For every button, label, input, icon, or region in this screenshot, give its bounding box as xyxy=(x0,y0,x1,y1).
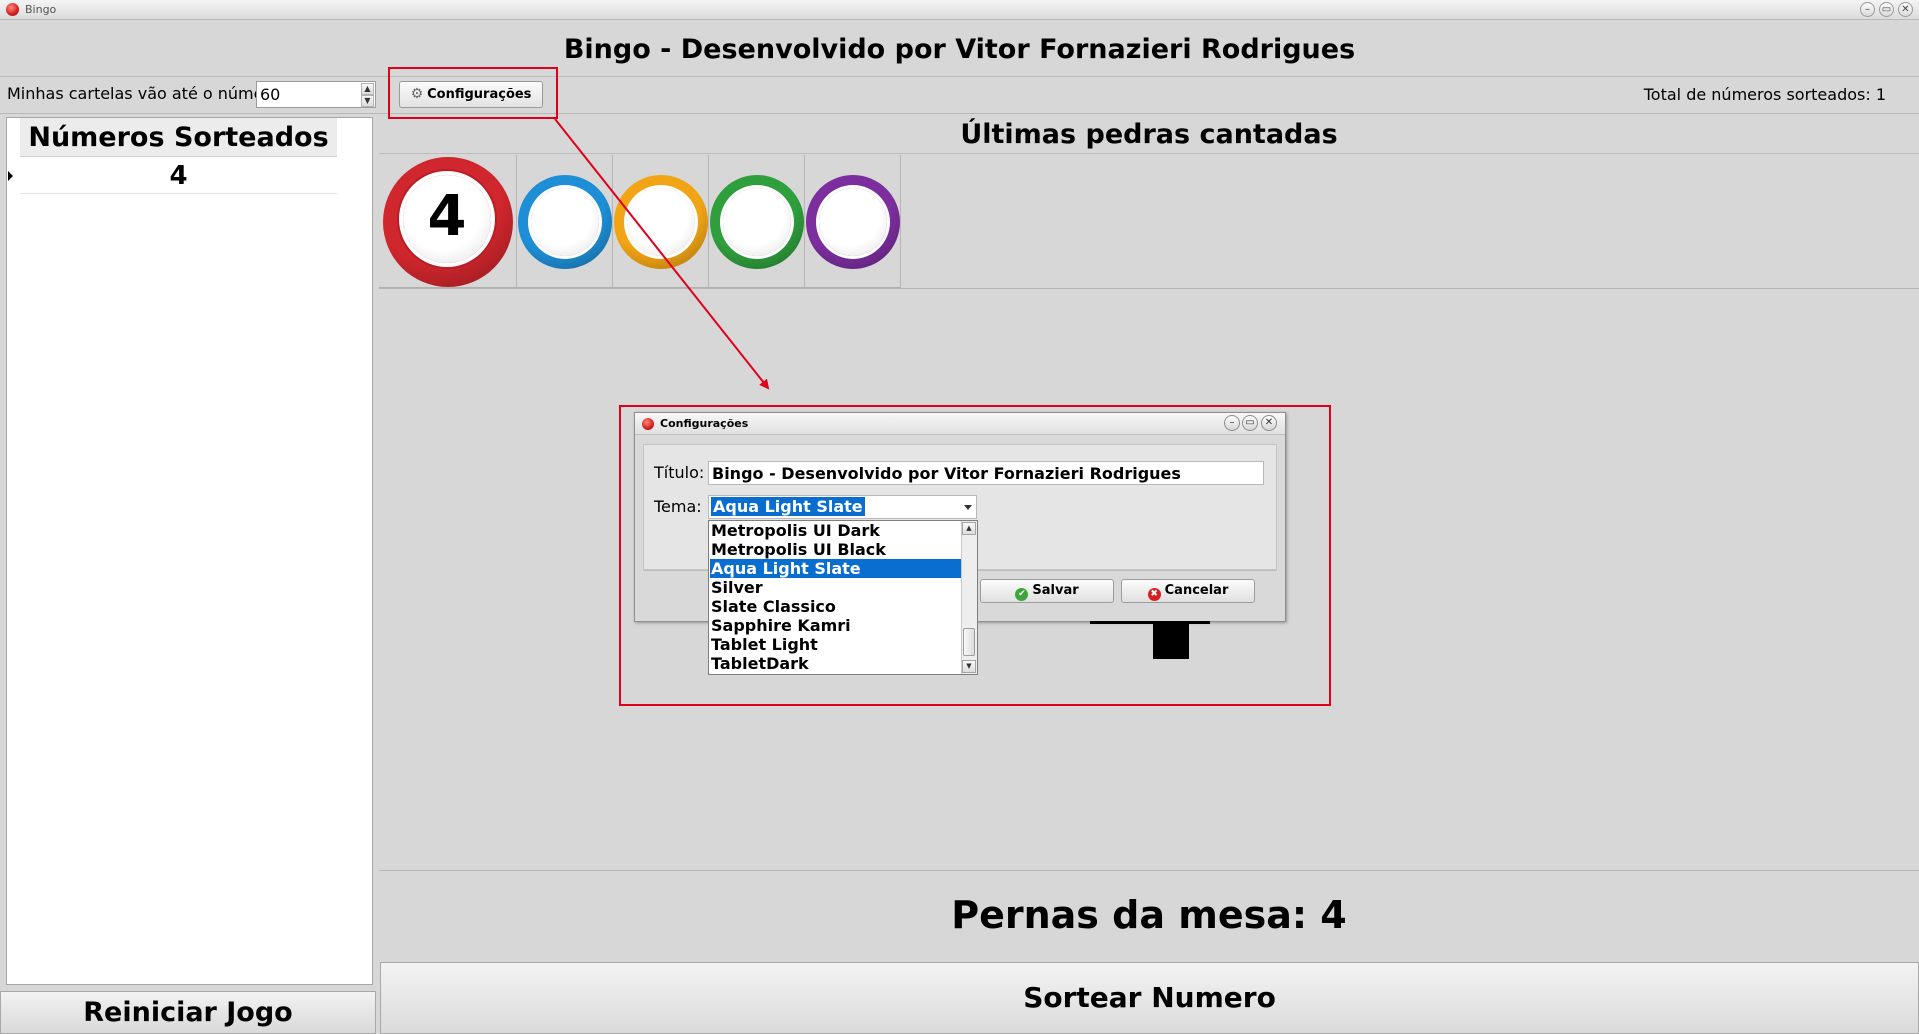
range-spinner[interactable]: 60 ▲ ▼ xyxy=(256,81,376,108)
dropdown-option[interactable]: Metropolis UI Black xyxy=(710,540,961,559)
ball-number: 4 xyxy=(427,184,467,249)
bingo-ball xyxy=(806,175,900,269)
cancel-button[interactable]: ✖ Cancelar xyxy=(1121,579,1255,603)
divider xyxy=(379,870,1919,871)
spinner-up-icon[interactable]: ▲ xyxy=(361,83,374,95)
restart-game-button[interactable]: Reiniciar Jogo xyxy=(0,991,376,1034)
minimize-button[interactable]: – xyxy=(1860,2,1875,17)
highlight-box-config xyxy=(388,67,558,119)
scroll-up-icon[interactable]: ▲ xyxy=(962,522,976,535)
theme-select-value: Aqua Light Slate xyxy=(711,497,865,516)
ball-face xyxy=(723,188,791,256)
table-row[interactable]: 4 xyxy=(20,158,337,194)
theme-select[interactable]: Aqua Light Slate xyxy=(708,495,977,519)
dialog-minimize-button[interactable]: – xyxy=(1224,415,1240,431)
spinner-down-icon[interactable]: ▼ xyxy=(361,95,374,107)
title-input[interactable]: Bingo - Desenvolvido por Vitor Fornazier… xyxy=(708,461,1264,485)
dropdown-option[interactable]: Slate Classico xyxy=(710,597,961,616)
table-legs-label: Pernas da mesa: 4 xyxy=(951,893,1347,937)
dropdown-option[interactable]: Silver xyxy=(710,578,961,597)
dialog-maximize-button[interactable]: ▭ xyxy=(1242,415,1258,431)
window-title: Bingo xyxy=(25,3,57,16)
dropdown-option[interactable]: Tablet Light xyxy=(710,635,961,654)
grid-header: Números Sorteados xyxy=(20,118,337,157)
chevron-down-icon[interactable] xyxy=(964,505,972,510)
dropdown-option[interactable]: Sapphire Kamri xyxy=(710,616,961,635)
black-square xyxy=(1153,624,1189,659)
dialog-title: Configurações xyxy=(660,417,749,430)
dialog-close-button[interactable]: ✕ xyxy=(1261,415,1277,431)
bingo-ball xyxy=(614,175,708,269)
scrollbar-thumb[interactable] xyxy=(963,628,975,656)
dropdown-option-selected[interactable]: Aqua Light Slate xyxy=(710,559,961,578)
close-button[interactable]: ✕ xyxy=(1898,2,1913,17)
total-drawn-label: Total de números sorteados: 1 xyxy=(1643,85,1886,104)
draw-number-button[interactable]: Sortear Numero xyxy=(380,962,1919,1034)
save-button-label: Salvar xyxy=(1032,583,1079,598)
app-title: Bingo - Desenvolvido por Vitor Fornazier… xyxy=(563,34,1356,65)
ball-face xyxy=(531,188,599,256)
drawn-numbers-grid[interactable] xyxy=(6,117,373,985)
bingo-ball xyxy=(518,175,612,269)
window-titlebar xyxy=(0,0,1919,20)
dialog-app-icon xyxy=(642,418,654,430)
recent-balls-header: Últimas pedras cantadas xyxy=(379,116,1919,154)
black-bar xyxy=(1090,621,1210,624)
dropdown-option[interactable]: TabletDark xyxy=(710,654,961,673)
row-indicator-icon xyxy=(8,171,13,181)
ball-face: 4 xyxy=(403,175,491,263)
app-icon xyxy=(6,3,19,16)
range-value: 60 xyxy=(260,85,281,104)
title-field-label: Título: xyxy=(654,463,705,482)
cancel-icon: ✖ xyxy=(1147,588,1161,601)
save-button[interactable]: ✔ Salvar xyxy=(980,579,1114,603)
cancel-button-label: Cancelar xyxy=(1164,583,1229,598)
theme-field-label: Tema: xyxy=(654,497,702,516)
bingo-ball xyxy=(710,175,804,269)
restore-button[interactable]: ▭ xyxy=(1879,2,1894,17)
check-icon: ✔ xyxy=(1015,588,1029,601)
range-label: Minhas cartelas vão até o número: xyxy=(7,84,285,103)
dropdown-option[interactable]: Metropolis UI Dark xyxy=(710,521,961,540)
ball-face xyxy=(819,188,887,256)
ball-face xyxy=(627,188,695,256)
divider xyxy=(379,288,1919,289)
bingo-ball: 4 xyxy=(383,157,513,287)
scroll-down-icon[interactable]: ▼ xyxy=(962,660,976,673)
